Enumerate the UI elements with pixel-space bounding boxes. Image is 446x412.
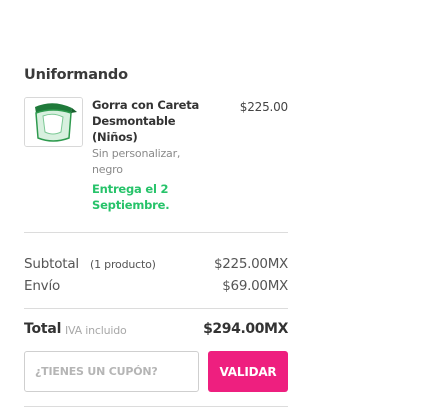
shipping-label: Envío [24, 278, 61, 294]
product-thumbnail[interactable] [24, 97, 83, 147]
subtotal-label: Subtotal [24, 256, 79, 272]
store-name: Uniformando [24, 67, 128, 83]
total-row: Total IVA incluido $294.00MX [24, 321, 288, 343]
face-shield-cap-icon [25, 98, 82, 146]
divider [24, 406, 288, 407]
product-variant: Sin personalizar, negro [92, 147, 181, 176]
shipping-row: Envío $69.00MX [24, 278, 288, 300]
subtotal-value: $225.00MX [213, 256, 288, 272]
shipping-value: $69.00MX [222, 278, 288, 294]
subtotal-row: Subtotal (1 producto) $225.00MX [24, 256, 288, 278]
validate-coupon-button[interactable]: VALIDAR [208, 351, 288, 392]
product-name[interactable]: Gorra con Careta Desmontable (Niños) [92, 97, 204, 145]
total-label: Total [24, 321, 62, 337]
divider [24, 308, 288, 309]
divider [24, 232, 288, 233]
tax-note: IVA incluido [65, 324, 127, 337]
total-value: $294.00MX [203, 321, 288, 337]
product-price: $225.00 [239, 100, 288, 114]
subtotal-count: (1 producto) [90, 258, 156, 271]
delivery-date: Entrega el 2 Septiembre. [92, 182, 170, 212]
coupon-input[interactable] [24, 351, 199, 392]
cart-item: Gorra con Careta Desmontable (Niños) $22… [24, 97, 288, 217]
